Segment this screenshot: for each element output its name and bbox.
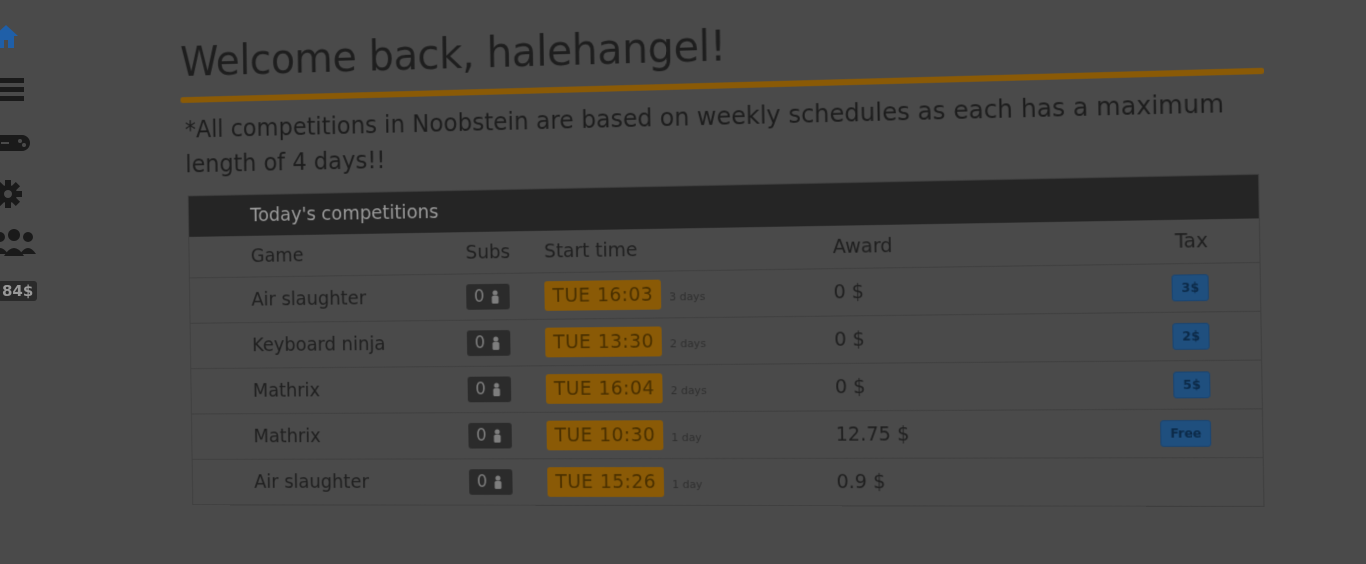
start-time-badge: TUE 15:26	[547, 467, 665, 497]
tax-button[interactable]: 2$	[1172, 322, 1210, 350]
app-viewport: 84$ Welcome back, halehangel! *All compe…	[0, 0, 1366, 564]
competitions-panel: Today's competitions Game Subs Start tim…	[187, 173, 1265, 507]
subscribe-button[interactable]: 0	[468, 422, 512, 449]
award-value: 0 $	[833, 312, 1160, 364]
column-header-tax: Tax	[1157, 218, 1260, 264]
game-name[interactable]: Keyboard ninja	[190, 320, 468, 369]
main-stage: Welcome back, halehangel! *All competiti…	[0, 0, 1366, 564]
duration-label: 2 days	[670, 384, 707, 398]
person-icon	[494, 475, 502, 489]
subs-count: 0	[475, 379, 487, 400]
person-icon	[493, 429, 501, 443]
start-time-badge: TUE 13:30	[545, 326, 663, 358]
subs-count: 0	[473, 286, 485, 307]
game-name[interactable]: Mathrix	[191, 412, 469, 460]
person-icon	[493, 382, 500, 397]
game-name[interactable]: Mathrix	[191, 366, 469, 414]
award-value: 12.75 $	[835, 409, 1162, 459]
competitions-table: Game Subs Start time Award Tax Air slaug…	[189, 218, 1263, 506]
column-header-subs: Subs	[465, 230, 545, 274]
person-icon	[491, 290, 499, 304]
column-header-start-time: Start time	[543, 225, 834, 273]
tax-button[interactable]: Free	[1160, 419, 1212, 447]
subscribe-button[interactable]: 0	[466, 330, 511, 357]
schedule-notice: *All competitions in Noobstein are based…	[184, 89, 1225, 179]
table-row[interactable]: Mathrix 0 TUE 16:04 2 days 0 $ 5$	[191, 360, 1262, 414]
tax-button[interactable]: 3$	[1171, 274, 1209, 302]
duration-label: 2 days	[669, 337, 707, 351]
award-value: 0.9 $	[836, 470, 886, 494]
award-value: 0 $	[834, 360, 1161, 411]
subscribe-button[interactable]: 0	[466, 283, 510, 310]
subs-count: 0	[476, 425, 487, 446]
subscribe-button[interactable]: 0	[467, 376, 512, 403]
column-header-game: Game	[189, 232, 467, 278]
table-row[interactable]: Air slaughter 0 TUE 15:26 1 day 0.9 $	[193, 458, 1264, 506]
start-time-badge: TUE 16:03	[544, 279, 662, 311]
duration-label: 1 day	[671, 478, 703, 492]
duration-label: 1 day	[671, 431, 702, 445]
award-value: 0 $	[833, 263, 1159, 317]
subs-count: 0	[476, 472, 488, 492]
duration-label: 3 days	[669, 290, 706, 304]
game-name[interactable]: Air slaughter	[193, 459, 470, 505]
main-content: Welcome back, halehangel! *All competiti…	[180, 0, 1271, 507]
subs-count: 0	[474, 333, 486, 354]
subscribe-button[interactable]: 0	[469, 469, 513, 495]
game-name[interactable]: Air slaughter	[189, 273, 467, 324]
column-header-award: Award	[832, 220, 1158, 269]
tax-button[interactable]: 5$	[1173, 371, 1211, 399]
table-row[interactable]: Mathrix 0 TUE 10:30 1 day 12.75 $ Free	[191, 408, 1263, 460]
start-time-badge: TUE 16:04	[546, 373, 663, 404]
person-icon	[492, 336, 500, 350]
start-time-badge: TUE 10:30	[546, 420, 664, 451]
